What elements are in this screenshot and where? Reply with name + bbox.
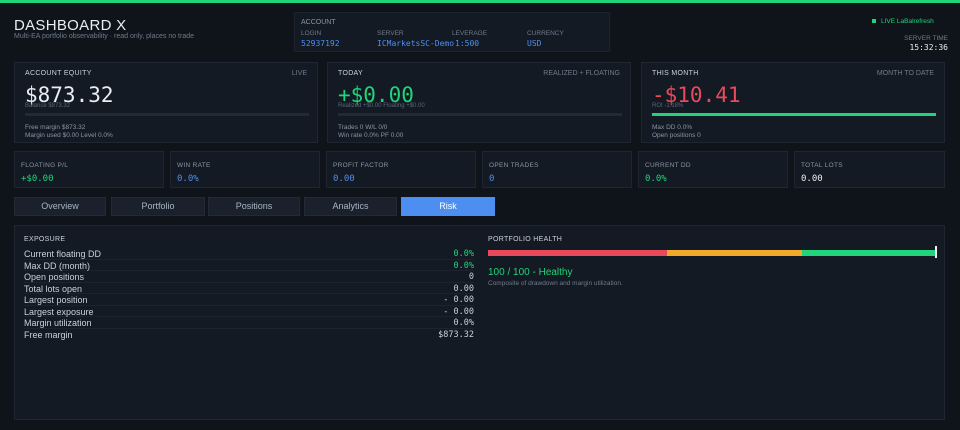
margin-used-text: Margin used $0.00 Level 0.0%	[25, 132, 113, 139]
login-value: 52937192	[301, 39, 340, 48]
currency-label: CURRENCY	[527, 30, 564, 37]
health-zone-amber	[667, 250, 802, 256]
server-time-label: SERVER TIME	[904, 35, 948, 42]
row-value: 0.0%	[453, 249, 474, 259]
health-score: 100 / 100 - Healthy	[488, 267, 573, 278]
stat-value: 0.00	[801, 174, 823, 184]
app-title: DASHBOARD X	[14, 17, 127, 34]
card-tag: LIVE	[291, 70, 307, 77]
exposure-row: Largest exposure - 0.00	[24, 306, 474, 317]
health-gauge	[488, 250, 937, 256]
row-label: Current floating DD	[24, 249, 102, 259]
free-margin-text: Free margin $873.32	[25, 124, 86, 131]
row-value: 0.0%	[453, 318, 474, 328]
month-card: THIS MONTH MONTH TO DATE -$10.41 ROI -1.…	[641, 62, 945, 143]
exposure-row: Largest position - 0.00	[24, 294, 474, 306]
card-title: ACCOUNT EQUITY	[25, 70, 92, 77]
stat-win-rate: WIN RATE 0.0%	[170, 151, 320, 188]
currency-value: USD	[527, 39, 542, 48]
max-dd-text: Max DD 0.0%	[652, 124, 693, 131]
equity-progress-bar	[25, 113, 309, 116]
stat-value: 0.0%	[177, 174, 199, 184]
exposure-row: Open positions 0	[24, 271, 474, 283]
stat-label: FLOATING P/L	[21, 162, 69, 169]
equity-card: ACCOUNT EQUITY LIVE $873.32 Balance $873…	[14, 62, 318, 143]
stat-current-dd: CURRENT DD 0.0%	[638, 151, 788, 188]
winrate-text: Win rate 0.0% PF 0.00	[338, 132, 404, 139]
exposure-row: Max DD (month) 0.0%	[24, 260, 474, 271]
stat-label: WIN RATE	[177, 162, 211, 169]
today-card: TODAY REALIZED + FLOATING +$0.00 Realize…	[327, 62, 631, 143]
row-label: Free margin	[24, 329, 73, 340]
card-title: TODAY	[338, 70, 363, 77]
risk-panel: EXPOSURE Current floating DD 0.0% Max DD …	[14, 225, 945, 420]
exposure-row: Total lots open 0.00	[24, 283, 474, 294]
health-zone-green	[802, 250, 937, 256]
stat-label: TOTAL LOTS	[801, 162, 843, 169]
health-zone-red	[488, 250, 667, 256]
account-panel: ACCOUNT LOGIN 52937192 SERVER ICMarketsS…	[294, 12, 610, 52]
leverage-label: LEVERAGE	[452, 30, 488, 37]
card-tag: MONTH TO DATE	[876, 70, 934, 77]
health-description: Composite of drawdown and margin utiliza…	[488, 280, 623, 287]
login-label: LOGIN	[301, 30, 322, 37]
row-value: - 0.00	[443, 295, 474, 305]
roi-text: ROI -1.18%	[652, 103, 684, 109]
app-subtitle: Multi-EA portfolio observability · read …	[14, 33, 195, 40]
leverage-value: 1:500	[455, 39, 480, 48]
row-value: 0.0%	[453, 260, 474, 271]
tab-portfolio[interactable]: Portfolio	[111, 197, 205, 216]
row-value: 0.00	[453, 283, 474, 294]
today-progress-bar	[338, 113, 622, 116]
tab-positions[interactable]: Positions	[208, 197, 300, 216]
live-label: LIVE LaBalrefresh	[881, 18, 934, 25]
server-value: ICMarketsSC-Demo	[377, 39, 455, 48]
row-label: Largest position	[24, 295, 88, 305]
stat-label: PROFIT FACTOR	[333, 162, 389, 169]
balance-text: Balance $873.32	[25, 103, 71, 109]
row-value: - 0.00	[443, 306, 474, 317]
stat-value: +$0.00	[21, 174, 54, 184]
row-label: Open positions	[24, 272, 85, 282]
health-marker	[935, 246, 937, 258]
trades-text: Trades 0 W/L 0/0	[338, 124, 388, 131]
stat-value: 0.0%	[645, 174, 667, 184]
stat-open-trades: OPEN TRADES 0	[482, 151, 632, 188]
tab-risk[interactable]: Risk	[401, 197, 495, 216]
card-title: THIS MONTH	[652, 70, 699, 77]
account-heading: ACCOUNT	[301, 19, 336, 26]
tab-overview[interactable]: Overview	[14, 197, 106, 216]
row-value: $873.32	[438, 329, 474, 340]
server-time: 15:32:36	[909, 43, 948, 52]
exposure-row: Margin utilization 0.0%	[24, 317, 474, 329]
server-label: SERVER	[377, 30, 404, 37]
exposure-row: Free margin $873.32	[24, 329, 474, 341]
live-indicator[interactable]: LIVE LaBalrefresh	[872, 18, 934, 25]
row-label: Largest exposure	[24, 306, 94, 317]
health-title: PORTFOLIO HEALTH	[488, 236, 563, 243]
row-label: Max DD (month)	[24, 260, 91, 271]
live-dot-icon	[872, 19, 876, 24]
realized-text: Realized +$0.00 Floating +$0.00	[338, 103, 425, 109]
stat-label: CURRENT DD	[645, 162, 691, 169]
stat-profit-factor: PROFIT FACTOR 0.00	[326, 151, 476, 188]
accent-bar	[0, 0, 960, 3]
stat-value: 0.00	[333, 174, 355, 184]
exposure-title: EXPOSURE	[24, 236, 66, 243]
month-progress-bar	[652, 113, 936, 116]
open-positions-text: Open positions 0	[652, 132, 701, 139]
row-value: 0	[468, 272, 474, 282]
tab-analytics[interactable]: Analytics	[304, 197, 397, 216]
exposure-row: Current floating DD 0.0%	[24, 248, 474, 260]
row-label: Total lots open	[24, 283, 83, 294]
stat-label: OPEN TRADES	[489, 162, 539, 169]
stat-value: 0	[489, 174, 495, 184]
card-tag: REALIZED + FLOATING	[543, 70, 620, 77]
stat-floating-pl: FLOATING P/L +$0.00	[14, 151, 164, 188]
stat-total-lots: TOTAL LOTS 0.00	[794, 151, 945, 188]
row-label: Margin utilization	[24, 318, 92, 328]
